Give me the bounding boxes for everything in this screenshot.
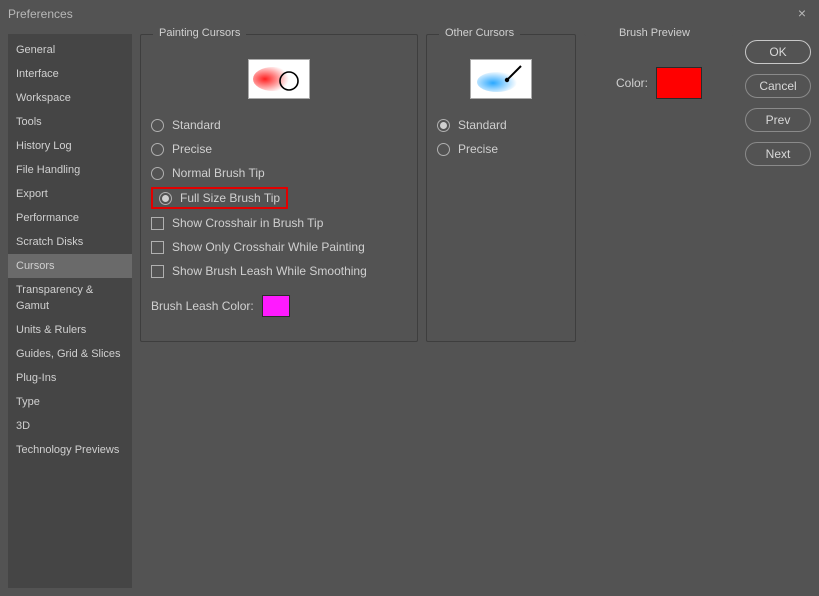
brush-preview-color-row: Color: [595,67,723,99]
other-cursor-preview [470,59,532,99]
panels: Painting Cursors StandardPreciseNo [140,34,737,342]
main-area: Painting Cursors StandardPreciseNo [140,34,811,588]
radio-icon [151,143,164,156]
sidebar-item-transparency-gamut[interactable]: Transparency & Gamut [8,278,132,318]
sidebar-item-interface[interactable]: Interface [8,62,132,86]
brush-leash-color-swatch[interactable] [262,295,290,317]
radio-icon [437,143,450,156]
sidebar-item-3d[interactable]: 3D [8,414,132,438]
sidebar-item-units-rulers[interactable]: Units & Rulers [8,318,132,342]
radio-label: Standard [458,118,507,132]
brush-preview-color-label: Color: [616,76,648,90]
panel-other-cursors: Other Cursors Standar [426,34,576,342]
sidebar-item-tools[interactable]: Tools [8,110,132,134]
brush-leash-color-label: Brush Leash Color: [151,299,254,313]
sidebar-item-type[interactable]: Type [8,390,132,414]
other-radio-precise[interactable]: Precise [437,137,565,161]
painting-radio-full-size-brush-tip[interactable]: Full Size Brush Tip [151,187,288,209]
other-radio-standard[interactable]: Standard [437,113,565,137]
sidebar-item-technology-previews[interactable]: Technology Previews [8,438,132,462]
checkbox-label: Show Brush Leash While Smoothing [172,264,367,278]
radio-label: Normal Brush Tip [172,166,265,180]
sidebar: GeneralInterfaceWorkspaceToolsHistory Lo… [8,34,132,588]
sidebar-item-export[interactable]: Export [8,182,132,206]
next-button[interactable]: Next [745,142,811,166]
window-title: Preferences [8,7,73,21]
sidebar-item-plug-ins[interactable]: Plug-Ins [8,366,132,390]
sidebar-item-general[interactable]: General [8,38,132,62]
painting-radio-precise[interactable]: Precise [151,137,407,161]
panel-title-preview: Brush Preview [613,27,696,39]
sidebar-item-scratch-disks[interactable]: Scratch Disks [8,230,132,254]
radio-label: Precise [172,142,212,156]
checkbox-icon [151,241,164,254]
close-icon[interactable]: × [793,4,811,22]
checkbox-label: Show Crosshair in Brush Tip [172,216,323,230]
panel-brush-preview: Brush Preview Color: [584,34,734,342]
ok-button[interactable]: OK [745,40,811,64]
brush-leash-color-row: Brush Leash Color: [151,295,407,317]
checkbox-icon [151,265,164,278]
sidebar-item-history-log[interactable]: History Log [8,134,132,158]
sidebar-item-guides-grid-slices[interactable]: Guides, Grid & Slices [8,342,132,366]
painting-cursor-preview [248,59,310,99]
panel-title-painting: Painting Cursors [153,27,246,39]
painting-radio-standard[interactable]: Standard [151,113,407,137]
painting-check-show-only-crosshair-while-painting[interactable]: Show Only Crosshair While Painting [151,235,407,259]
cancel-button[interactable]: Cancel [745,74,811,98]
prev-button[interactable]: Prev [745,108,811,132]
radio-icon [437,119,450,132]
radio-icon [151,119,164,132]
radio-label: Full Size Brush Tip [180,191,280,205]
dialog-buttons: OK Cancel Prev Next [745,34,811,166]
checkbox-icon [151,217,164,230]
checkbox-label: Show Only Crosshair While Painting [172,240,365,254]
radio-label: Precise [458,142,498,156]
radio-icon [151,167,164,180]
sidebar-item-performance[interactable]: Performance [8,206,132,230]
radio-icon [159,192,172,205]
painting-check-show-crosshair-in-brush-tip[interactable]: Show Crosshair in Brush Tip [151,211,407,235]
sidebar-item-file-handling[interactable]: File Handling [8,158,132,182]
painting-check-show-brush-leash-while-smoothing[interactable]: Show Brush Leash While Smoothing [151,259,407,283]
painting-radio-normal-brush-tip[interactable]: Normal Brush Tip [151,161,407,185]
dialog-body: GeneralInterfaceWorkspaceToolsHistory Lo… [0,28,819,596]
titlebar: Preferences × [0,0,819,28]
brush-preview-color-swatch[interactable] [656,67,702,99]
panel-title-other: Other Cursors [439,27,520,39]
radio-label: Standard [172,118,221,132]
panel-painting-cursors: Painting Cursors StandardPreciseNo [140,34,418,342]
sidebar-item-cursors[interactable]: Cursors [8,254,132,278]
sidebar-item-workspace[interactable]: Workspace [8,86,132,110]
